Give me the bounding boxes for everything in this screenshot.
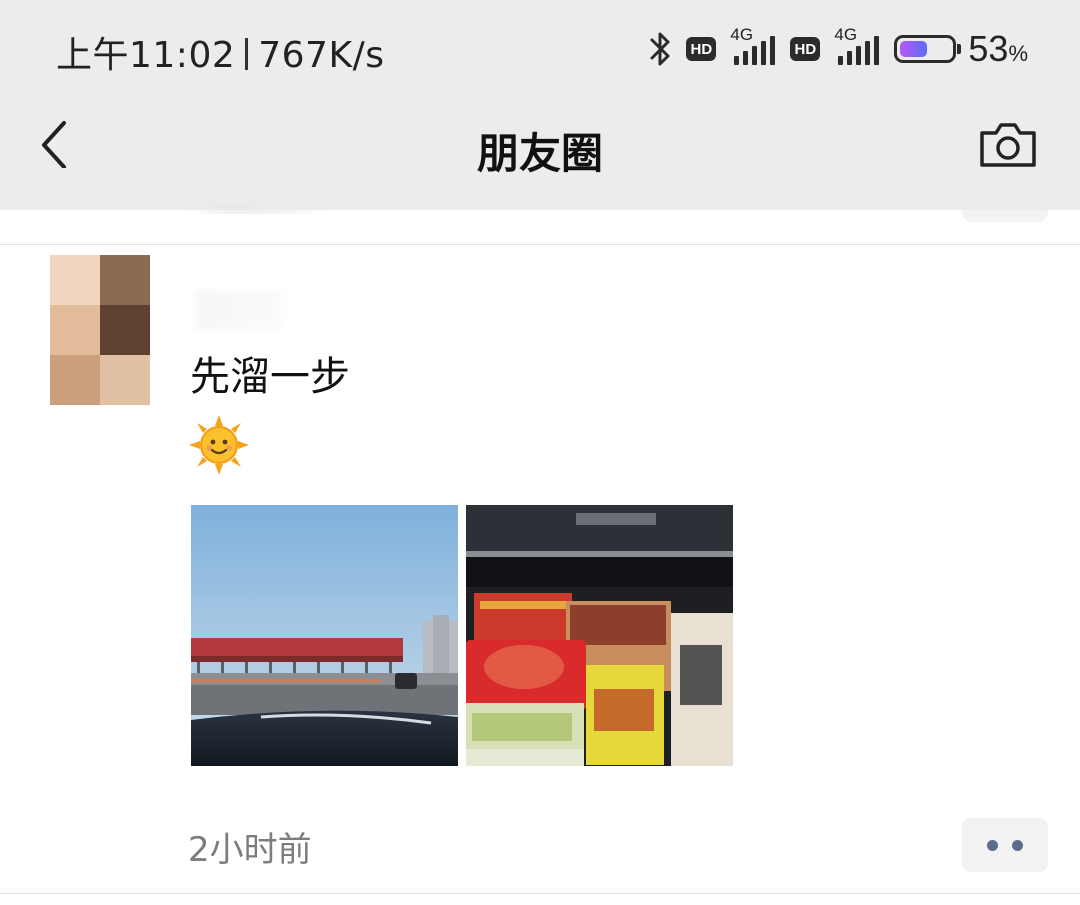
network-speed: 767K/s	[258, 35, 385, 76]
page-title: 朋友圈	[476, 129, 603, 178]
status-bar: 上午11:02 767K/s HD 4G HD 4G 53%	[0, 0, 1080, 96]
nav-bar: 朋友圈	[0, 96, 1080, 210]
post-text: 先溜一步	[190, 354, 350, 400]
photo-car-trunk-gifts[interactable]	[466, 505, 733, 766]
battery-percent: 53%	[968, 28, 1028, 70]
camera-icon	[980, 123, 1036, 167]
battery-percent-value: 53	[968, 28, 1009, 69]
photo-toll-station[interactable]	[191, 505, 458, 766]
photo-grid	[191, 505, 733, 766]
signal-4g-icon: 4G	[728, 25, 778, 69]
previous-post-more-button[interactable]	[962, 210, 1048, 222]
hd-icon: HD	[686, 37, 717, 61]
more-dots-icon	[987, 839, 998, 851]
previous-post-remnant	[0, 204, 1080, 245]
hd-icon: HD	[790, 37, 821, 61]
previous-post-text-fragment	[186, 204, 326, 214]
post-timestamp: 2小时前	[188, 830, 312, 870]
signal-bars	[734, 36, 776, 65]
status-left: 上午11:02 767K/s	[56, 26, 384, 78]
more-actions-button[interactable]	[962, 818, 1048, 872]
camera-button[interactable]	[978, 120, 1038, 170]
signal-bars	[838, 36, 880, 65]
status-time: 上午11:02	[56, 35, 236, 76]
more-dots-icon	[1012, 839, 1023, 851]
post-divider	[0, 893, 1080, 894]
avatar[interactable]	[50, 255, 150, 405]
signal-4g-icon: 4G	[832, 25, 882, 69]
battery-icon	[894, 35, 962, 63]
sun-emoji-icon	[188, 414, 250, 476]
bluetooth-icon	[648, 29, 674, 69]
status-icons: HD 4G HD 4G 53%	[648, 25, 1028, 72]
battery-fill	[900, 41, 928, 57]
author-name-blurred[interactable]	[195, 290, 285, 330]
battery-percent-unit: %	[1008, 41, 1028, 66]
status-separator	[245, 38, 249, 70]
